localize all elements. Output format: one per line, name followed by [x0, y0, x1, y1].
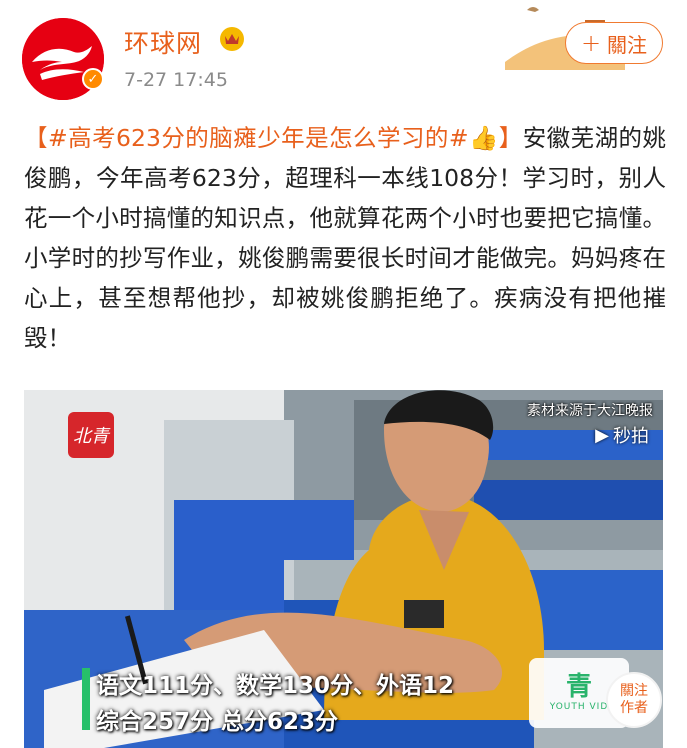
caption-accent-bar [82, 668, 90, 730]
follow-button-label: 關注 [607, 32, 648, 57]
caption-line-1: 语文111分、数学130分、外语12 [96, 673, 455, 699]
follow-author-line-1: 關注 [620, 683, 648, 699]
crown-icon [220, 27, 244, 51]
video-subsource-label: 秒拍 [613, 426, 649, 447]
channel-badge-cn: 青 [565, 672, 592, 702]
follow-author-line-2: 作者 [620, 700, 648, 716]
follow-author-button[interactable]: 關注 作者 [606, 672, 662, 728]
post-text: 【#高考623分的脑瘫少年是怎么学习的#👍】安徽芜湖的姚俊鹏，今年高考623分，… [24, 118, 666, 358]
follow-button[interactable]: + 關注 [565, 22, 663, 64]
channel-logo: 北青 [68, 412, 114, 458]
follow-plus-icon: + [580, 29, 602, 57]
play-icon: ▶ [595, 424, 609, 446]
thumbs-up-icon: 👍 [468, 124, 499, 152]
channel-badge-en: YOUTH VID [549, 702, 609, 712]
post-time: 7-27 17:45 [124, 69, 228, 91]
hashtag-link[interactable]: #高考623分的脑瘫少年是怎么学习的# [48, 124, 469, 152]
post-body: 安徽芜湖的姚俊鹏，今年高考623分，超理科一本线108分！学习时，别人花一个小时… [24, 124, 667, 352]
caption-line-2: 综合257分 总分623分 [96, 709, 339, 735]
hashtag-bracket-close: 】 [498, 124, 523, 152]
hashtag-bracket-open: 【 [24, 124, 48, 152]
account-name[interactable]: 环球网 [124, 24, 202, 60]
verified-icon: ✓ [82, 68, 104, 90]
video-subsource: ▶ 秒拍 [595, 422, 649, 448]
video-source: 素材来源于大江晚报 [527, 403, 653, 419]
video-player[interactable]: 北青 素材来源于大江晚报 ▶ 秒拍 语文111分、数学130分、外语12 综合2… [24, 390, 663, 748]
